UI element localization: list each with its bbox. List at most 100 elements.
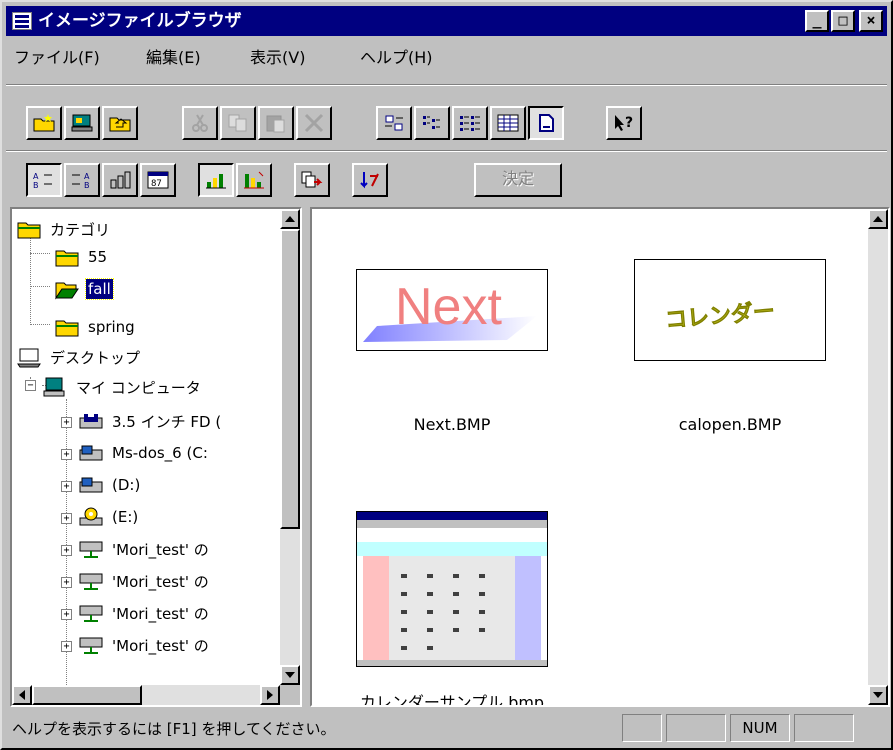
tree-item-network-3[interactable]: 'Mori_test' の xyxy=(78,599,211,627)
file-name[interactable]: calopen.BMP xyxy=(634,415,826,434)
scroll-corner xyxy=(280,685,300,705)
context-help-button[interactable]: ? xyxy=(606,106,642,140)
thumbnail-next-bmp[interactable]: Next xyxy=(356,269,548,351)
tree-item-label: 'Mori_test' の xyxy=(112,572,209,591)
paste-button[interactable] xyxy=(258,106,294,140)
tree-item-label: (E:) xyxy=(112,508,139,526)
export-button[interactable] xyxy=(294,163,330,197)
thumbnail-calopen-bmp[interactable]: コレンダー xyxy=(634,259,826,361)
sort-ascending-button[interactable] xyxy=(198,163,234,197)
tree-item-label: 'Mori_test' の xyxy=(112,604,209,623)
details-view-button[interactable] xyxy=(490,106,526,140)
network-drive-icon xyxy=(79,637,103,654)
sort-descending-button[interactable] xyxy=(236,163,272,197)
tree-item-label: fall xyxy=(85,278,114,300)
tree-item-fall[interactable]: fall xyxy=(54,275,114,303)
expand-toggle[interactable]: + xyxy=(61,609,72,620)
scroll-down-button[interactable] xyxy=(868,685,888,705)
svg-text:Next: Next xyxy=(395,278,502,336)
menu-file[interactable]: ファイル(F) xyxy=(14,44,100,68)
tree-item-label: カテゴリ xyxy=(50,220,111,239)
tree-item-network-4[interactable]: 'Mori_test' の xyxy=(78,631,211,659)
expand-toggle[interactable]: + xyxy=(61,545,72,556)
scroll-right-button[interactable] xyxy=(260,685,280,705)
sort-by-size-button[interactable] xyxy=(102,163,138,197)
expand-toggle[interactable]: + xyxy=(61,513,72,524)
tree-item-category[interactable]: カテゴリ xyxy=(16,215,112,243)
thumbnail-view-icon xyxy=(539,114,554,132)
minimize-button[interactable]: _ xyxy=(805,10,829,32)
tree-vertical-scrollbar[interactable] xyxy=(280,209,300,685)
tree-horizontal-scrollbar[interactable] xyxy=(12,685,280,705)
sort-ascending-icon xyxy=(206,174,226,189)
expand-toggle[interactable]: + xyxy=(61,449,72,460)
tree-item-network-1[interactable]: 'Mori_test' の xyxy=(78,535,211,563)
scroll-up-button[interactable] xyxy=(868,209,888,229)
import-button[interactable] xyxy=(352,163,388,197)
folder-icon xyxy=(55,320,79,337)
sort-by-name-button[interactable]: AB xyxy=(26,163,62,197)
import-icon xyxy=(360,172,379,189)
thumbnail-view-button[interactable] xyxy=(528,106,564,140)
large-icons-view-button[interactable] xyxy=(376,106,412,140)
tree-item-label: spring xyxy=(88,318,135,336)
scroll-up-button[interactable] xyxy=(280,209,300,229)
svg-text:A: A xyxy=(33,172,39,181)
menu-help[interactable]: ヘルプ(H) xyxy=(360,44,433,68)
tree-item-drive-d[interactable]: (D:) xyxy=(78,471,142,499)
scroll-left-button[interactable] xyxy=(12,685,32,705)
collapse-toggle[interactable]: − xyxy=(25,380,36,391)
tree-item-desktop[interactable]: デスクトップ xyxy=(16,343,142,371)
tree-item-55[interactable]: 55 xyxy=(54,243,109,271)
open-folder-icon xyxy=(55,282,79,300)
list-view-icon xyxy=(460,116,480,131)
scroll-thumb[interactable] xyxy=(280,229,300,529)
tree-item-my-computer[interactable]: マイ コンピュータ xyxy=(42,373,203,401)
tree-item-network-2[interactable]: 'Mori_test' の xyxy=(78,567,211,595)
tree-item-label: 'Mori_test' の xyxy=(112,636,209,655)
svg-text:?: ? xyxy=(625,115,633,131)
decide-button[interactable]: 決定 xyxy=(474,163,562,197)
menu-view[interactable]: 表示(V) xyxy=(250,44,305,68)
tree-item-drive-e[interactable]: (E:) xyxy=(78,503,140,531)
expand-toggle[interactable]: + xyxy=(61,641,72,652)
tree-item-label: (D:) xyxy=(112,476,141,494)
sort-by-date-button[interactable]: 87 xyxy=(140,163,176,197)
scroll-thumb[interactable] xyxy=(32,685,142,705)
menu-edit[interactable]: 編集(E) xyxy=(146,44,201,68)
expand-toggle[interactable]: + xyxy=(61,417,72,428)
delete-button[interactable] xyxy=(296,106,332,140)
folder-tree[interactable]: − + + + + + + + + カテゴリ 55 fall spring デス… xyxy=(10,207,302,707)
small-icons-view-icon xyxy=(423,116,440,129)
up-folder-button[interactable] xyxy=(102,106,138,140)
copy-button[interactable] xyxy=(220,106,256,140)
content-vertical-scrollbar[interactable] xyxy=(868,209,888,705)
maximize-button[interactable]: □ xyxy=(831,10,855,32)
thumbnail-pane[interactable]: Next Next.BMP コレンダー calopen.BMP カレンダーサンプ… xyxy=(310,207,890,707)
file-name[interactable]: Next.BMP xyxy=(356,415,548,434)
tree-item-floppy[interactable]: 3.5 インチ FD ( xyxy=(78,407,223,435)
app-icon[interactable] xyxy=(12,12,32,30)
cut-button[interactable] xyxy=(182,106,218,140)
scroll-down-button[interactable] xyxy=(280,665,300,685)
expand-toggle[interactable]: + xyxy=(61,481,72,492)
close-button[interactable]: × xyxy=(859,10,883,32)
title-bar[interactable]: イメージファイルブラウザ _ □ × xyxy=(6,6,887,36)
arrow-up-icon xyxy=(285,216,295,222)
paste-icon xyxy=(266,115,285,133)
preview-button[interactable] xyxy=(64,106,100,140)
arrow-down-icon xyxy=(873,692,883,698)
list-view-button[interactable] xyxy=(452,106,488,140)
tree-item-spring[interactable]: spring xyxy=(54,313,137,341)
sort-by-type-button[interactable]: AB xyxy=(64,163,100,197)
file-name[interactable]: カレンダーサンプル.bmp xyxy=(356,689,548,705)
arrow-right-icon xyxy=(267,690,273,700)
status-help-text: ヘルプを表示するには [F1] を押してください。 xyxy=(12,720,336,738)
thumbnail-calendar-bmp[interactable] xyxy=(356,511,548,667)
small-icons-view-button[interactable] xyxy=(414,106,450,140)
expand-toggle[interactable]: + xyxy=(61,577,72,588)
new-folder-button[interactable] xyxy=(26,106,62,140)
tree-item-drive-c[interactable]: Ms-dos_6 (C: xyxy=(78,439,210,467)
svg-text:A: A xyxy=(84,172,90,181)
status-panel xyxy=(666,714,726,742)
